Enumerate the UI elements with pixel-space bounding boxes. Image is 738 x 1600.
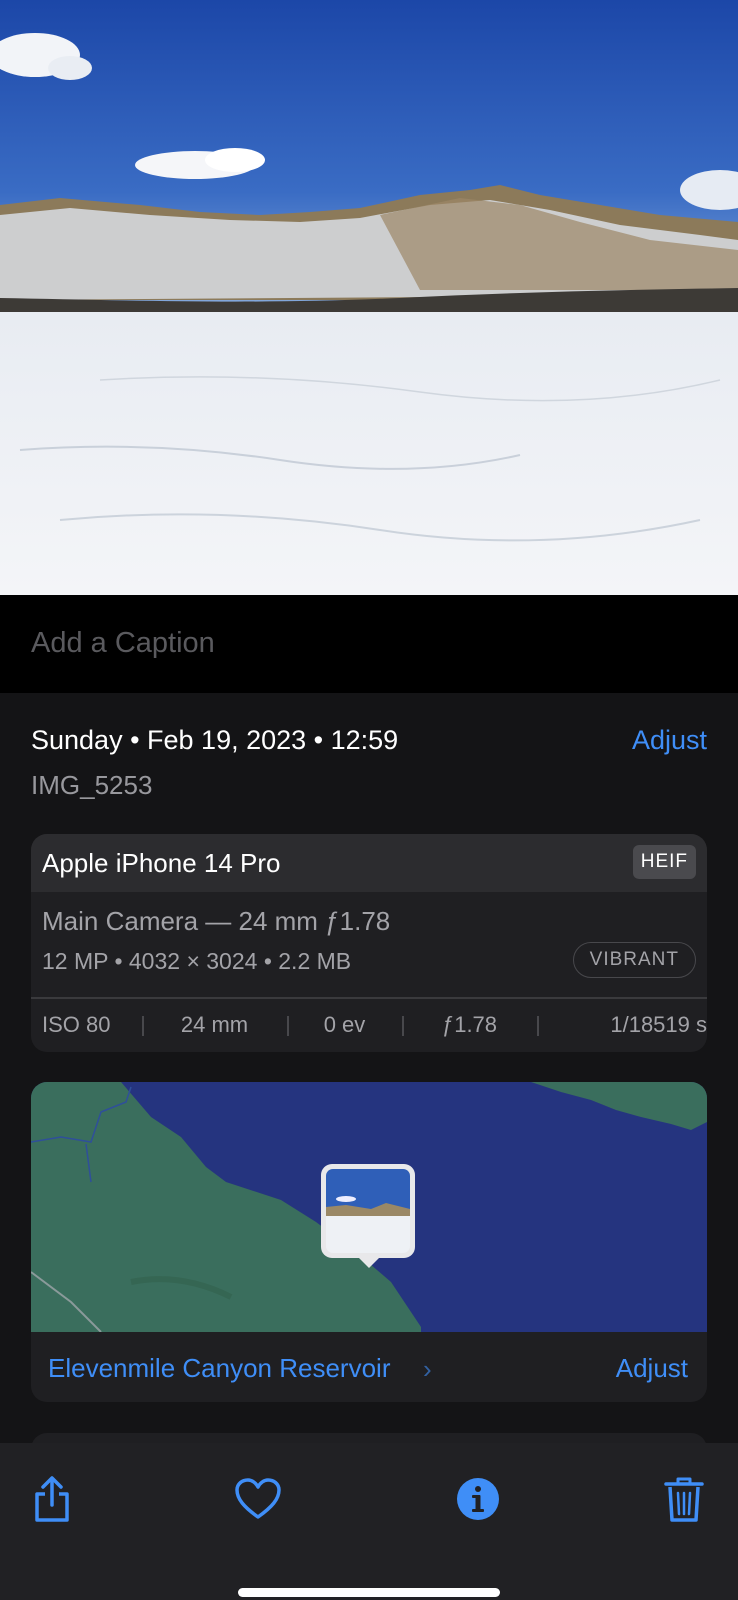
lens-info: Main Camera — 24 mm ƒ1.78 [42,906,391,936]
trash-icon [664,1477,704,1522]
location-card: Elevenmile Canyon Reservoir › Adjust [31,1082,707,1402]
info-button[interactable] [448,1469,508,1529]
delete-button[interactable] [654,1469,714,1529]
file-name: IMG_5253 [31,770,153,800]
info-icon [457,1478,499,1520]
share-button[interactable] [22,1469,82,1529]
camera-model: Apple iPhone 14 Pro [42,848,281,878]
pin-pointer [357,1256,381,1268]
chevron-right-icon: › [423,1354,432,1384]
info-panel: Sunday • Feb 19, 2023 • 12:59 Adjust IMG… [0,693,738,1443]
image-specs: 12 MP • 4032 × 3024 • 2.2 MB [42,948,352,974]
adjust-date-button[interactable]: Adjust [632,725,707,756]
camera-info-card: Apple iPhone 14 Pro HEIF Main Camera — 2… [31,834,707,1052]
heart-icon [235,1478,281,1519]
exif-exposure-value: 0 ev [287,1012,402,1038]
share-icon [35,1476,69,1522]
photo-viewer[interactable] [0,0,738,595]
pin-thumbnail [326,1169,410,1253]
caption-input[interactable] [31,623,691,663]
landscape-photo [0,0,738,595]
location-name-link[interactable]: Elevenmile Canyon Reservoir [48,1353,390,1384]
location-map[interactable] [31,1082,707,1332]
capture-date: Sunday • Feb 19, 2023 • 12:59 [31,725,399,755]
adjust-location-button[interactable]: Adjust [616,1353,688,1384]
exif-focal-length: 24 mm [142,1012,287,1038]
exif-iso: ISO 80 [42,1012,111,1037]
exif-row: ISO 80 24 mm 0 ev ƒ1.78 1/18519 s [31,998,707,1052]
favorite-button[interactable] [228,1469,288,1529]
location-footer: Elevenmile Canyon Reservoir › Adjust [31,1332,707,1402]
format-badge: HEIF [632,845,696,879]
photo-map-pin[interactable] [321,1164,415,1258]
caption-bar [0,595,738,693]
bottom-toolbar [0,1443,738,1600]
camera-header: Apple iPhone 14 Pro HEIF [31,834,707,892]
exif-aperture: ƒ1.78 [402,1012,537,1038]
photographic-style-badge: VIBRANT [572,942,696,978]
exif-shutter-speed: 1/18519 s [537,1012,707,1038]
home-indicator[interactable] [238,1588,500,1597]
